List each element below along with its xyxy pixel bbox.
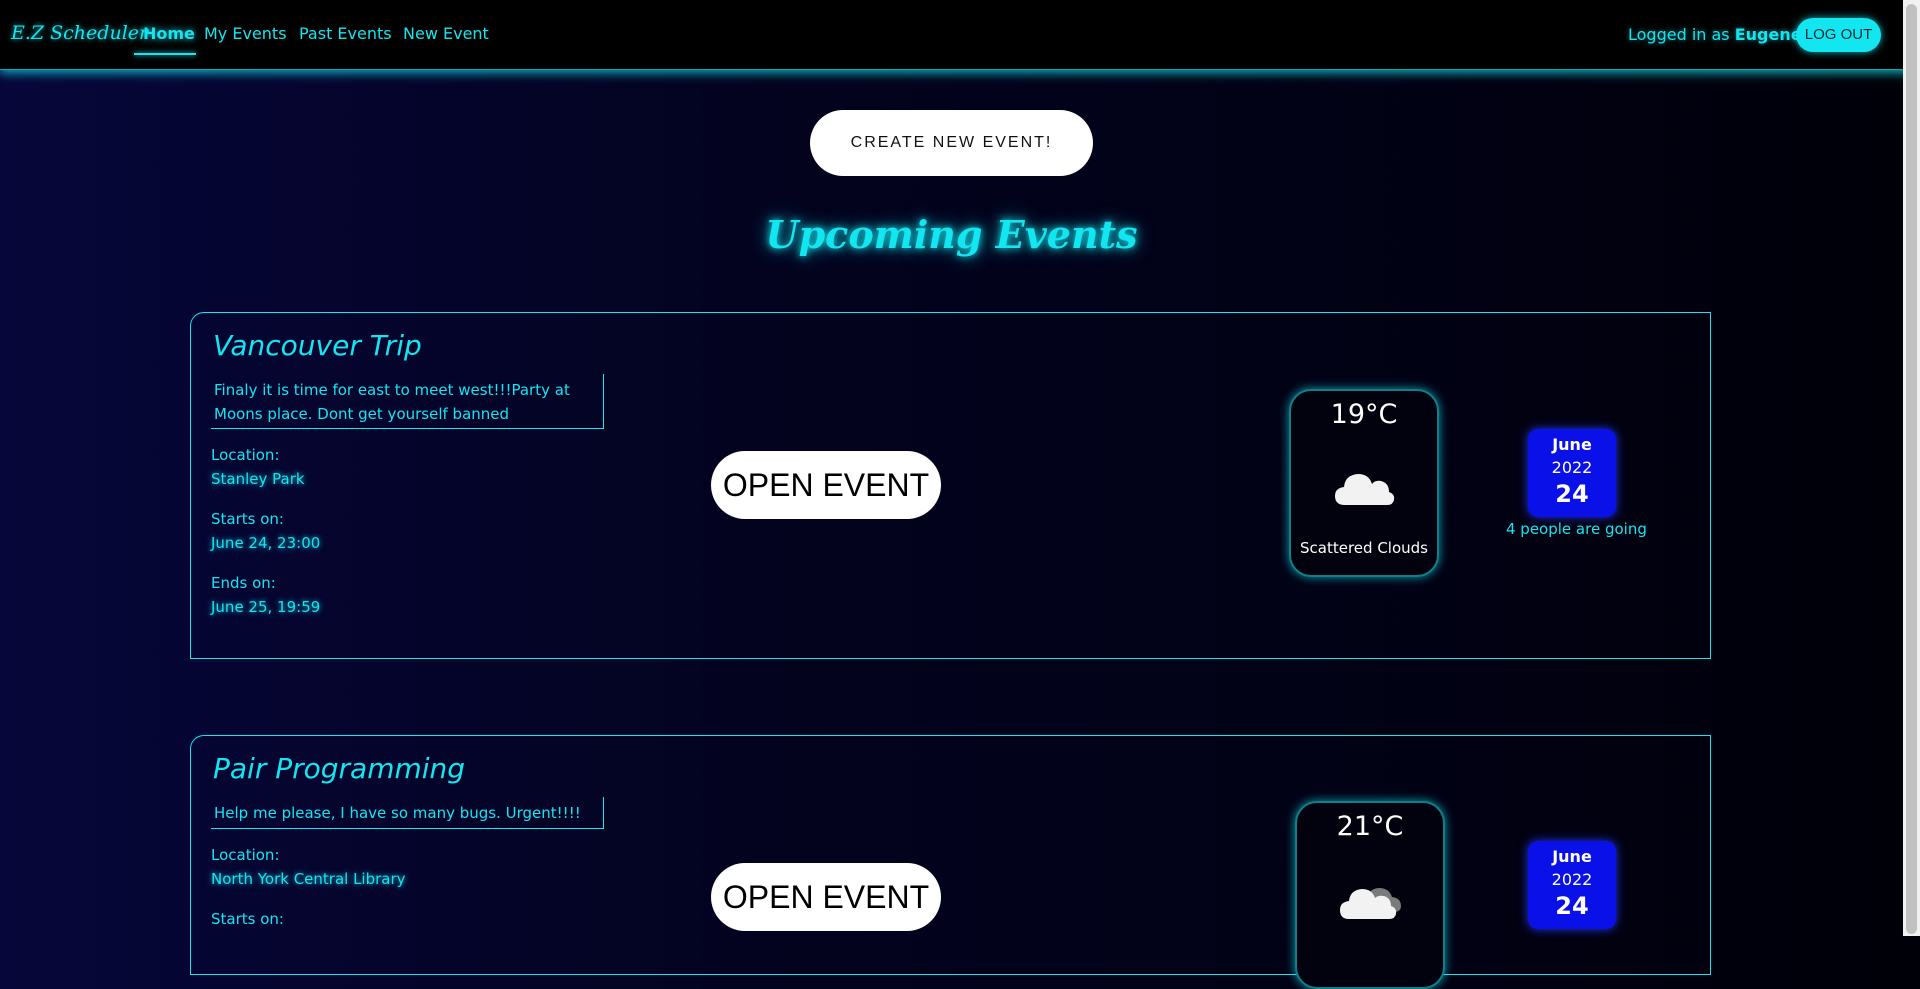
ends-value: June 25, 19:59 bbox=[211, 598, 321, 616]
event-description: Finaly it is time for east to meet west!… bbox=[211, 374, 604, 429]
logged-in-prefix: Logged in as bbox=[1628, 25, 1730, 44]
create-new-event-button[interactable]: CREATE NEW EVENT! bbox=[810, 110, 1093, 176]
weather-temperature: 19°C bbox=[1330, 399, 1398, 430]
location-label: Location: bbox=[211, 446, 280, 464]
brand-logo[interactable]: E.Z Scheduler bbox=[11, 22, 148, 44]
date-month: June bbox=[1552, 847, 1592, 866]
date-year: 2022 bbox=[1551, 870, 1593, 889]
attendee-count: 4 people are going bbox=[1506, 520, 1647, 538]
nav-home[interactable]: Home bbox=[143, 24, 195, 43]
nav-past-events[interactable]: Past Events bbox=[299, 24, 392, 43]
scrollbar-thumb[interactable] bbox=[1906, 4, 1917, 934]
date-year: 2022 bbox=[1551, 458, 1593, 477]
open-event-button[interactable]: OPEN EVENT bbox=[711, 863, 941, 931]
event-description: Help me please, I have so many bugs. Urg… bbox=[211, 797, 604, 829]
location-label: Location: bbox=[211, 846, 280, 864]
weather-description: Scattered Clouds bbox=[1300, 539, 1428, 557]
top-navbar: E.Z Scheduler Home My Events Past Events… bbox=[0, 0, 1920, 70]
starts-label: Starts on: bbox=[211, 910, 284, 928]
weather-widget: 19°C Scattered Clouds bbox=[1289, 389, 1439, 577]
event-card: Vancouver Trip Finaly it is time for eas… bbox=[190, 312, 1711, 659]
location-value: North York Central Library bbox=[211, 870, 406, 888]
event-title: Vancouver Trip bbox=[213, 329, 422, 362]
nav-my-events[interactable]: My Events bbox=[204, 24, 287, 43]
active-nav-underline bbox=[134, 53, 196, 55]
upcoming-events-heading: Upcoming Events bbox=[765, 212, 1138, 257]
starts-value: June 24, 23:00 bbox=[211, 534, 321, 552]
broken-clouds-icon bbox=[1340, 888, 1401, 919]
event-card: Pair Programming Help me please, I have … bbox=[190, 735, 1711, 989]
weather-temperature: 21°C bbox=[1336, 811, 1404, 842]
ends-label: Ends on: bbox=[211, 574, 276, 592]
logged-in-status: Logged in as Eugene bbox=[1628, 25, 1802, 44]
username: Eugene bbox=[1734, 25, 1802, 44]
event-date-badge: June 2022 24 bbox=[1528, 429, 1616, 517]
date-day: 24 bbox=[1555, 892, 1589, 920]
open-event-button[interactable]: OPEN EVENT bbox=[711, 451, 941, 519]
event-title: Pair Programming bbox=[213, 752, 466, 785]
nav-new-event[interactable]: New Event bbox=[403, 24, 489, 43]
event-date-badge: June 2022 24 bbox=[1528, 841, 1616, 929]
starts-label: Starts on: bbox=[211, 510, 284, 528]
location-value: Stanley Park bbox=[211, 470, 305, 488]
weather-widget: 21°C bbox=[1295, 801, 1445, 989]
logout-button[interactable]: LOG OUT bbox=[1796, 18, 1881, 52]
date-day: 24 bbox=[1555, 480, 1589, 508]
date-month: June bbox=[1552, 435, 1592, 454]
page-scrollbar[interactable] bbox=[1903, 0, 1920, 936]
scattered-clouds-icon bbox=[1335, 474, 1395, 505]
